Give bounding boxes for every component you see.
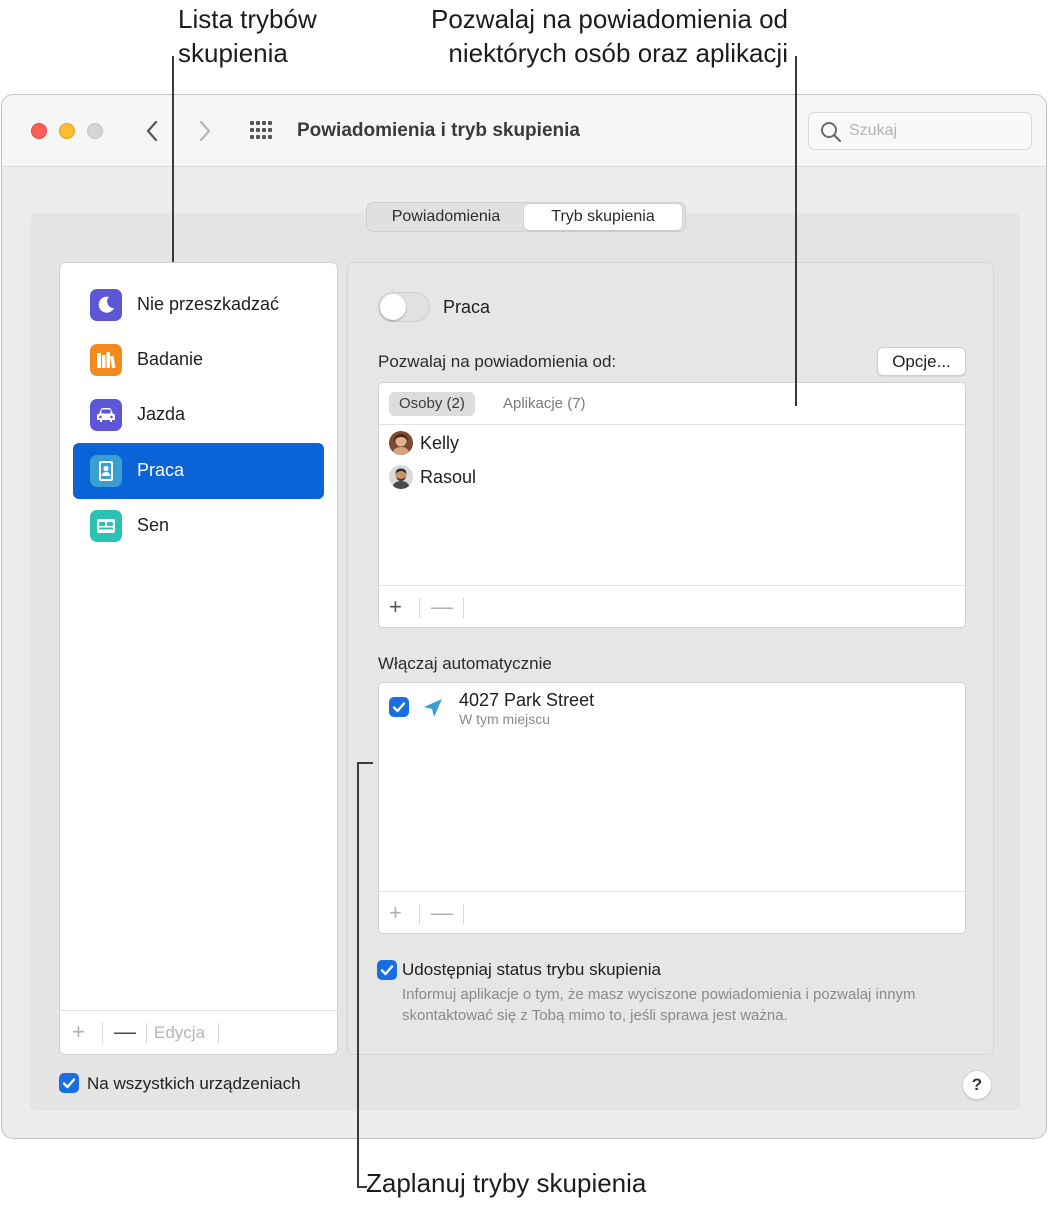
show-all-button[interactable] <box>246 119 278 143</box>
mode-item-do-not-disturb[interactable]: Nie przeszkadzać <box>73 277 324 333</box>
remove-mode-button[interactable]: — <box>114 1021 136 1043</box>
mode-item-work[interactable]: Praca <box>73 443 324 499</box>
callout-leader-line <box>357 762 359 1188</box>
books-icon <box>90 344 122 376</box>
automation-list-footer: + — <box>379 891 965 933</box>
help-button[interactable]: ? <box>962 1070 992 1100</box>
divider <box>463 598 464 618</box>
callout-leader-line <box>795 56 797 406</box>
divider <box>463 904 464 924</box>
add-automation-button[interactable]: + <box>389 902 402 924</box>
mode-item-study[interactable]: Badanie <box>73 332 324 388</box>
chevron-left-icon <box>146 120 158 142</box>
settings-window: Powiadomienia i tryb skupienia Powiadomi… <box>1 94 1047 1139</box>
callout-allow-notifications: Pozwalaj na powiadomienia od niektórych … <box>390 2 788 70</box>
grid-icon <box>250 121 272 139</box>
automation-checkbox[interactable] <box>389 697 409 717</box>
search-input[interactable] <box>849 113 1025 149</box>
bed-icon <box>90 510 122 542</box>
automation-list: 4027 Park Street W tym miejscu + — <box>378 682 966 934</box>
mode-settings-pane: Praca Pozwalaj na powiadomienia od: Opcj… <box>347 262 994 1055</box>
tab-notifications[interactable]: Powiadomienia <box>368 204 524 230</box>
avatar <box>389 431 413 455</box>
close-window-button[interactable] <box>31 123 47 139</box>
tab-apps[interactable]: Aplikacje (7) <box>493 392 596 416</box>
forward-button[interactable] <box>192 115 218 147</box>
mode-item-sleep[interactable]: Sen <box>73 498 324 554</box>
allowed-list-footer: + — <box>379 585 965 627</box>
avatar <box>389 465 413 489</box>
car-icon <box>90 399 122 431</box>
tab-focus[interactable]: Tryb skupienia <box>524 204 682 230</box>
automation-title: 4027 Park Street <box>459 690 595 710</box>
location-arrow-icon <box>424 699 442 717</box>
callout-schedule: Zaplanuj tryby skupienia <box>366 1168 647 1198</box>
share-status-checkbox[interactable] <box>377 960 397 980</box>
badge-icon <box>90 455 122 487</box>
callout-allow-line2: niektórych osób oraz aplikacji <box>448 38 788 68</box>
person-name: Rasoul <box>420 467 477 487</box>
mode-label: Badanie <box>137 349 204 369</box>
callout-modes-list-line1: Lista trybów <box>178 4 317 34</box>
remove-person-button[interactable]: — <box>431 596 453 618</box>
search-icon <box>821 122 842 143</box>
callout-modes-list-line2: skupienia <box>178 38 288 68</box>
window-title: Powiadomienia i tryb skupienia <box>297 120 580 141</box>
mode-toggle[interactable] <box>378 292 430 322</box>
allowed-list: Osoby (2) Aplikacje (7) Kelly Rasoul + — <box>378 382 966 628</box>
search-field[interactable] <box>808 112 1032 150</box>
divider <box>218 1023 219 1043</box>
mode-name: Praca <box>443 297 491 317</box>
tab-control: Powiadomienia Tryb skupienia <box>366 202 686 232</box>
back-button[interactable] <box>139 115 165 147</box>
mode-label: Praca <box>137 460 185 480</box>
mode-label: Jazda <box>137 404 186 424</box>
mode-label: Nie przeszkadzać <box>137 294 280 314</box>
zoom-window-button[interactable] <box>87 123 103 139</box>
chevron-right-icon <box>199 120 211 142</box>
focus-modes-list: Nie przeszkadzać Badanie Jazda Praca Sen <box>59 262 338 1055</box>
mode-item-driving[interactable]: Jazda <box>73 387 324 443</box>
share-status-description: Informuj aplikacje o tym, że masz wycisz… <box>402 986 916 1024</box>
edit-modes-button[interactable]: Edycja <box>154 1023 205 1043</box>
callout-leader-line <box>172 56 174 262</box>
callout-modes-list: Lista trybów skupienia <box>178 2 317 70</box>
callout-allow-line1: Pozwalaj na powiadomienia od <box>430 4 788 34</box>
mode-label: Sen <box>137 515 170 535</box>
divider <box>419 904 420 924</box>
options-button[interactable]: Opcje... <box>877 347 966 376</box>
divider <box>102 1023 103 1043</box>
auto-enable-label: Włączaj automatycznie <box>378 654 552 673</box>
callout-leader-tick <box>357 762 373 764</box>
all-devices-checkbox[interactable] <box>59 1073 79 1093</box>
moon-icon <box>90 289 122 321</box>
toggle-knob <box>380 294 406 320</box>
divider <box>419 598 420 618</box>
tab-people[interactable]: Osoby (2) <box>389 392 475 416</box>
divider <box>146 1023 147 1043</box>
automation-subtitle: W tym miejscu <box>459 711 550 727</box>
share-status-label: Udostępniaj status trybu skupienia <box>402 960 661 979</box>
checkmark-icon <box>380 965 394 976</box>
add-mode-button[interactable]: + <box>72 1021 85 1043</box>
add-person-button[interactable]: + <box>389 596 402 618</box>
allowed-list-tabs: Osoby (2) Aplikacje (7) <box>379 383 965 425</box>
callout-leader-tick <box>357 1186 367 1188</box>
person-name: Kelly <box>420 433 460 453</box>
modes-list-footer: + — Edycja <box>60 1010 337 1054</box>
all-devices-label: Na wszystkich urządzeniach <box>87 1074 301 1093</box>
checkmark-icon <box>62 1078 76 1089</box>
title-bar: Powiadomienia i tryb skupienia <box>2 95 1046 167</box>
allow-notifications-label: Pozwalaj na powiadomienia od: <box>378 352 617 371</box>
checkmark-icon <box>392 702 406 713</box>
remove-automation-button[interactable]: — <box>431 902 453 924</box>
minimize-window-button[interactable] <box>59 123 75 139</box>
